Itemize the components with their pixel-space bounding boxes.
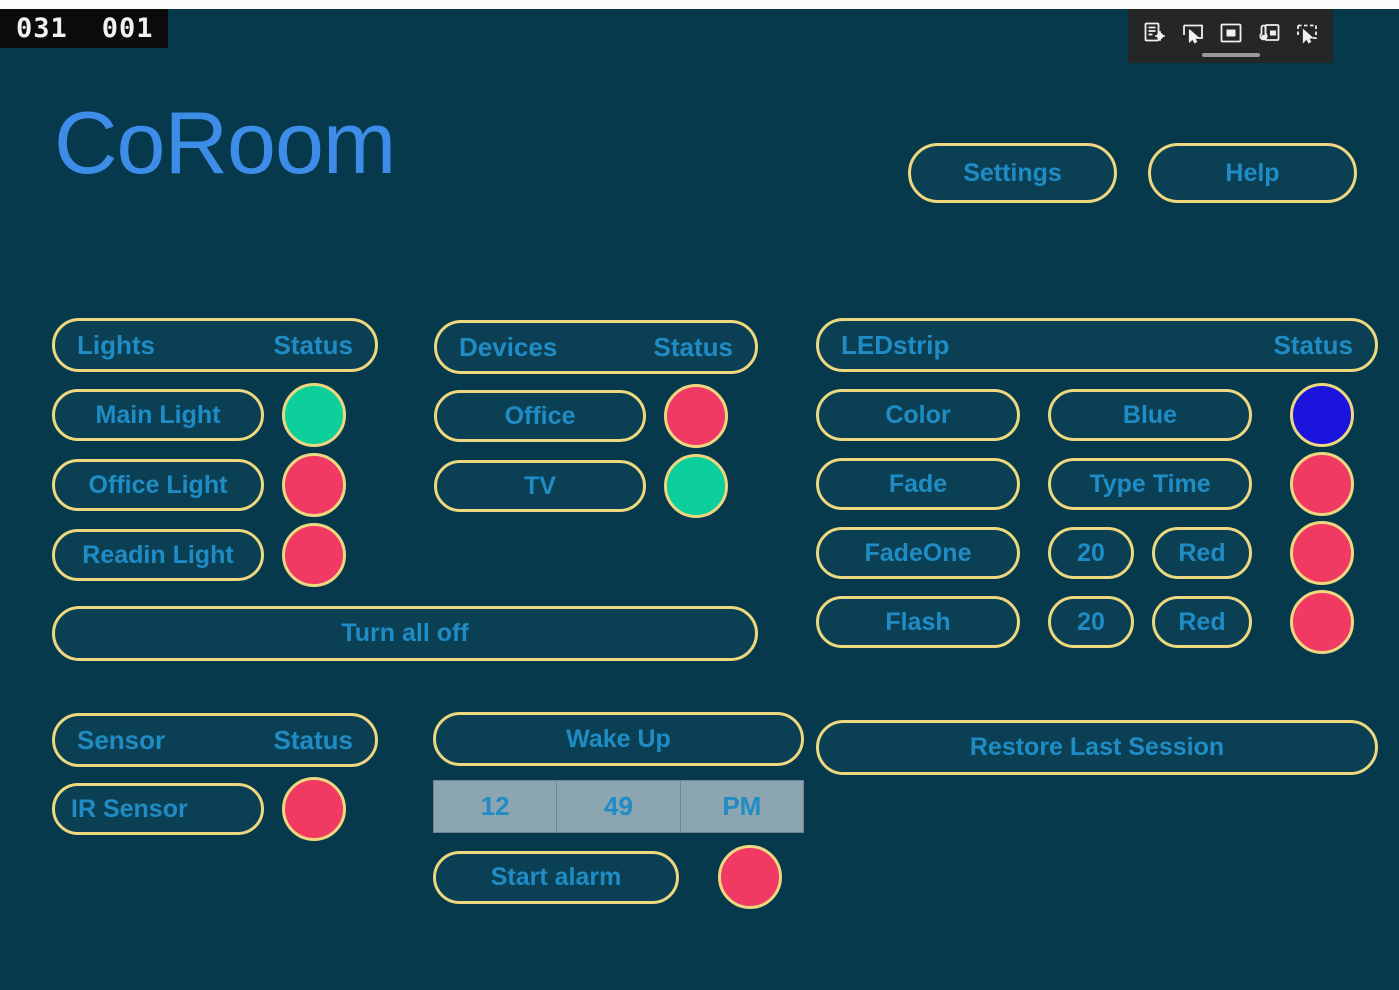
ledstrip-status-color xyxy=(1290,383,1354,447)
device-status-tv xyxy=(664,454,728,518)
ledstrip-header-status: Status xyxy=(1273,329,1353,360)
light-status-office xyxy=(282,453,346,517)
devices-header-status: Status xyxy=(653,331,733,362)
help-button[interactable]: Help xyxy=(1148,143,1357,203)
wake-up-button[interactable]: Wake Up xyxy=(433,712,804,766)
alarm-time-picker[interactable]: 12 49 PM xyxy=(433,780,804,833)
devices-header-title: Devices xyxy=(459,331,558,362)
sensor-status-ir xyxy=(282,777,346,841)
ledstrip-flash-color[interactable]: Red xyxy=(1152,596,1252,648)
lights-panel-header: Lights Status xyxy=(52,318,378,372)
snip-new-icon[interactable] xyxy=(1140,18,1170,48)
ledstrip-fadeone-time[interactable]: 20 xyxy=(1048,527,1134,579)
freeform-snip-icon[interactable] xyxy=(1292,18,1322,48)
lights-header-title: Lights xyxy=(77,329,155,360)
ledstrip-mode-fadeone[interactable]: FadeOne xyxy=(816,527,1020,579)
alarm-meridiem-field[interactable]: PM xyxy=(681,781,803,832)
sensor-panel-header: Sensor Status xyxy=(52,713,378,767)
toolbar-handle[interactable] xyxy=(1201,53,1260,57)
ledstrip-mode-flash[interactable]: Flash xyxy=(816,596,1020,648)
ledstrip-mode-color[interactable]: Color xyxy=(816,389,1020,441)
restore-last-session-button[interactable]: Restore Last Session xyxy=(816,720,1378,775)
ledstrip-fadeone-color[interactable]: Red xyxy=(1152,527,1252,579)
counter-right-value: 001 xyxy=(101,13,154,44)
ledstrip-mode-fade[interactable]: Fade xyxy=(816,458,1020,510)
sensor-header-title: Sensor xyxy=(77,724,166,755)
sensor-toggle-ir[interactable]: IR Sensor xyxy=(52,783,264,835)
window-snip-icon[interactable] xyxy=(1216,18,1246,48)
light-toggle-main[interactable]: Main Light xyxy=(52,389,264,441)
devices-panel-header: Devices Status xyxy=(434,320,758,374)
lights-header-status: Status xyxy=(273,329,353,360)
start-alarm-button[interactable]: Start alarm xyxy=(433,851,679,904)
ledstrip-flash-time[interactable]: 20 xyxy=(1048,596,1134,648)
device-status-office xyxy=(664,384,728,448)
light-status-reading xyxy=(282,523,346,587)
ledstrip-panel-header: LEDstrip Status xyxy=(816,318,1378,372)
light-toggle-office[interactable]: Office Light xyxy=(52,459,264,511)
ledstrip-fade-time-input[interactable]: Type Time xyxy=(1048,458,1252,510)
alarm-hour-field[interactable]: 12 xyxy=(434,781,558,832)
light-status-main xyxy=(282,383,346,447)
device-toggle-tv[interactable]: TV xyxy=(434,460,646,512)
frame-counter-badge: 031 001 xyxy=(0,9,168,48)
top-white-strip xyxy=(0,0,1399,9)
rectangular-snip-icon[interactable] xyxy=(1178,18,1208,48)
page-title: CoRoom xyxy=(54,93,396,192)
ledstrip-header-title: LEDstrip xyxy=(841,329,950,360)
light-toggle-reading[interactable]: Readin Light xyxy=(52,529,264,581)
turn-all-off-button[interactable]: Turn all off xyxy=(52,606,758,661)
alarm-status-indicator xyxy=(718,845,782,909)
ledstrip-color-value[interactable]: Blue xyxy=(1048,389,1252,441)
ledstrip-status-fade xyxy=(1290,452,1354,516)
ledstrip-status-flash xyxy=(1290,590,1354,654)
device-toggle-office[interactable]: Office xyxy=(434,390,646,442)
alarm-minute-field[interactable]: 49 xyxy=(557,781,681,832)
ledstrip-status-fadeone xyxy=(1290,521,1354,585)
counter-left-value: 031 xyxy=(16,13,68,44)
settings-button[interactable]: Settings xyxy=(908,143,1117,203)
screen-capture-toolbar[interactable] xyxy=(1128,9,1333,63)
fullscreen-snip-icon[interactable] xyxy=(1254,18,1284,48)
coroom-app-window: 031 001 CoRoom Settings Help Lights Stat… xyxy=(0,0,1399,990)
sensor-header-status: Status xyxy=(273,724,353,755)
